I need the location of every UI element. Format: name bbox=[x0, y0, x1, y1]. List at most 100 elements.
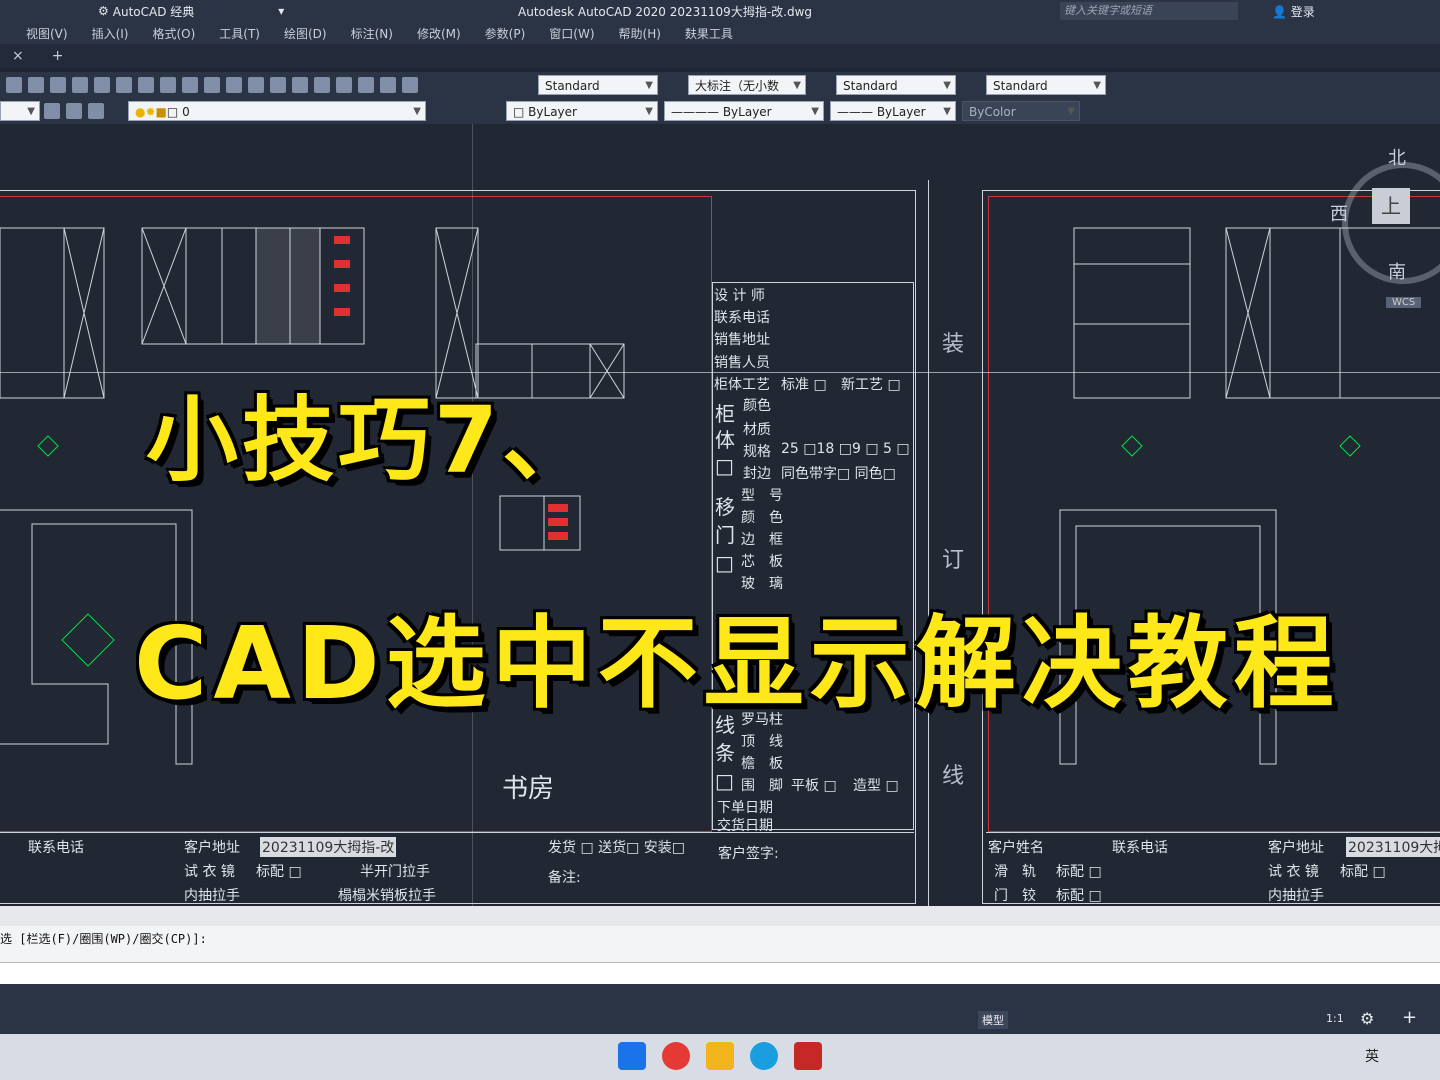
color-select[interactable]: □ ByLayer ▼ bbox=[506, 101, 658, 121]
zoom-window-icon[interactable] bbox=[226, 77, 242, 93]
layer-settings-icon[interactable] bbox=[44, 103, 60, 119]
gear-icon[interactable]: ⚙ bbox=[1360, 1009, 1374, 1028]
table-style-select[interactable]: Standard ▼ bbox=[836, 75, 956, 95]
chevron-down-icon: ▾ bbox=[278, 4, 285, 18]
layer-previous-icon[interactable] bbox=[66, 103, 82, 119]
plot-icon[interactable] bbox=[28, 77, 44, 93]
plus-icon[interactable]: + bbox=[1402, 1007, 1417, 1028]
text-style-select[interactable]: Standard ▼ bbox=[538, 75, 658, 95]
workspace-switcher[interactable]: ⚙ AutoCAD 经典 ▾ bbox=[98, 3, 284, 20]
cabinet-group-label: 柜体□ bbox=[715, 402, 735, 478]
ime-indicator[interactable]: 英 bbox=[1365, 1046, 1379, 1066]
copy-icon[interactable] bbox=[72, 77, 88, 93]
menu-window[interactable]: 窗口(W) bbox=[549, 25, 594, 42]
menu-plugin[interactable]: 麸果工具 bbox=[685, 25, 733, 42]
sliding-panel-label: 芯 板 bbox=[741, 554, 783, 570]
multileader-style-value: Standard bbox=[993, 79, 1048, 93]
cut-icon[interactable] bbox=[50, 77, 66, 93]
layer-properties-icon[interactable] bbox=[88, 103, 104, 119]
bottom-info-table-right: 客户姓名 联系电话 客户地址 20231109大拇 滑 轨 标配 □ 试 衣 镜… bbox=[986, 832, 1440, 906]
overlay-title-line1: 小技巧7、 bbox=[144, 386, 599, 496]
menu-insert[interactable]: 插入(I) bbox=[92, 25, 129, 42]
annotation-scale-button[interactable]: 1:1 bbox=[1326, 1012, 1344, 1025]
properties-icon[interactable] bbox=[248, 77, 264, 93]
lineweight-select[interactable]: ——— ByLayer ▼ bbox=[830, 101, 956, 121]
add-tab-icon[interactable]: + bbox=[52, 48, 64, 64]
menu-help[interactable]: 帮助(H) bbox=[619, 25, 661, 42]
command-line-grip[interactable] bbox=[0, 906, 1440, 926]
drawing-canvas[interactable]: 设 计 师 联系电话 销售地址 销售人员 柜体工艺 标准 □ 新工艺 □ 柜体□… bbox=[0, 124, 1440, 906]
redo-icon[interactable] bbox=[160, 77, 176, 93]
login-button[interactable]: 👤 登录 bbox=[1272, 3, 1315, 20]
menu-bar: 视图(V) 插入(I) 格式(O) 工具(T) 绘图(D) 标注(N) 修改(M… bbox=[0, 22, 1440, 44]
dim-style-value: 大标注（无小数 bbox=[695, 79, 780, 93]
dim-style-select[interactable]: 大标注（无小数 ▼ bbox=[688, 75, 806, 95]
file-tab-bar: × + bbox=[0, 44, 1440, 68]
mirror-label: 试 衣 镜 bbox=[184, 864, 235, 880]
view-cube[interactable]: 北 西 上 南 WCS bbox=[1320, 140, 1440, 310]
windows-taskbar: 英 bbox=[0, 1034, 1440, 1080]
gear-icon: ⚙ bbox=[98, 4, 109, 18]
chevron-down-icon: ▼ bbox=[27, 106, 35, 117]
undo-icon[interactable] bbox=[138, 77, 154, 93]
workspace-name: AutoCAD 经典 bbox=[112, 4, 195, 19]
autocad-icon[interactable] bbox=[794, 1042, 822, 1070]
title-bar: ⚙ AutoCAD 经典 ▾ Autodesk AutoCAD 2020 202… bbox=[0, 0, 1440, 22]
menu-dimension[interactable]: 标注(N) bbox=[351, 25, 393, 42]
search-input[interactable]: 键入关键字或短语 bbox=[1060, 2, 1238, 20]
tatami-handle-label: 榻榻米销板拉手 bbox=[338, 888, 436, 904]
multileader-style-select[interactable]: Standard ▼ bbox=[986, 75, 1106, 95]
table-style-value: Standard bbox=[843, 79, 898, 93]
remarks-label: 备注: bbox=[548, 870, 581, 886]
standard-option: 标准 □ bbox=[781, 377, 827, 393]
chrome-icon[interactable] bbox=[662, 1042, 690, 1070]
wcs-menu[interactable]: WCS bbox=[1386, 297, 1422, 308]
chevron-down-icon: ▼ bbox=[413, 106, 421, 117]
menu-tools[interactable]: 工具(T) bbox=[219, 25, 260, 42]
drawer-handle-label: 内抽拉手 bbox=[184, 888, 240, 904]
color-label: 颜色 bbox=[743, 398, 771, 414]
pan-icon[interactable] bbox=[182, 77, 198, 93]
menu-modify[interactable]: 修改(M) bbox=[417, 25, 461, 42]
linetype-value: ByLayer bbox=[722, 105, 772, 119]
view-cube-top-face[interactable]: 上 bbox=[1372, 188, 1410, 224]
menu-draw[interactable]: 绘图(D) bbox=[284, 25, 327, 42]
chevron-down-icon: ▼ bbox=[943, 106, 951, 117]
design-center-icon[interactable] bbox=[270, 77, 286, 93]
markup-icon[interactable] bbox=[336, 77, 352, 93]
compass-south[interactable]: 南 bbox=[1388, 258, 1406, 284]
model-space-button[interactable]: 模型 bbox=[978, 1011, 1008, 1029]
match-properties-icon[interactable] bbox=[116, 77, 132, 93]
command-history: 选 [栏选(F)/圈围(WP)/圈交(CP)]: bbox=[0, 926, 1440, 962]
lineweight-value: ByLayer bbox=[876, 105, 926, 119]
tool-palette-icon[interactable] bbox=[292, 77, 308, 93]
command-input[interactable] bbox=[0, 962, 1440, 984]
close-icon[interactable]: × bbox=[12, 48, 24, 64]
zoom-icon[interactable] bbox=[204, 77, 220, 93]
file-explorer-icon[interactable] bbox=[706, 1042, 734, 1070]
binding-char-1: 装 bbox=[942, 332, 965, 357]
menu-view[interactable]: 视图(V) bbox=[26, 25, 68, 42]
spec-options: 25 □18 □9 □ 5 □ bbox=[781, 441, 910, 457]
linetype-select[interactable]: ———— ByLayer ▼ bbox=[664, 101, 824, 121]
user-icon: 👤 bbox=[1272, 5, 1287, 19]
layer-select[interactable]: ●✹■□ 0 ▼ bbox=[128, 101, 426, 121]
layer-state-select[interactable]: ▼ bbox=[0, 101, 40, 121]
edge-icon[interactable] bbox=[750, 1042, 778, 1070]
compass-west[interactable]: 西 bbox=[1330, 200, 1348, 226]
customer-sign-label: 客户签字: bbox=[718, 846, 779, 862]
save-icon[interactable] bbox=[6, 77, 22, 93]
windows-start-icon[interactable] bbox=[618, 1042, 646, 1070]
salesperson-label: 销售人员 bbox=[714, 355, 770, 371]
lineweight-preview: ——— bbox=[837, 105, 877, 119]
sheet-set-icon[interactable] bbox=[314, 77, 330, 93]
menu-parameters[interactable]: 参数(P) bbox=[485, 25, 526, 42]
compass-north[interactable]: 北 bbox=[1388, 144, 1406, 170]
help-icon[interactable] bbox=[380, 77, 396, 93]
menu-format[interactable]: 格式(O) bbox=[152, 25, 195, 42]
sales-address-label: 销售地址 bbox=[714, 332, 770, 348]
calculator-icon[interactable] bbox=[358, 77, 374, 93]
flat-option: 平板 □ bbox=[791, 778, 837, 794]
paste-icon[interactable] bbox=[94, 77, 110, 93]
title-block-form: 设 计 师 联系电话 销售地址 销售人员 柜体工艺 标准 □ 新工艺 □ 柜体□… bbox=[712, 282, 914, 834]
